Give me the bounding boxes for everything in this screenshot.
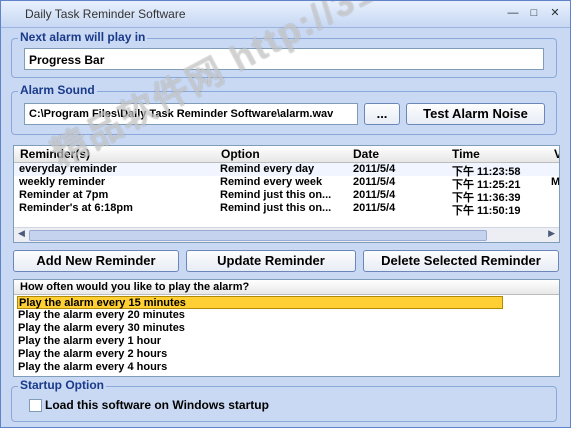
reminder-option: Remind every day [220, 163, 315, 175]
frequency-option[interactable]: Play the alarm every 4 hours [17, 361, 167, 374]
table-row[interactable]: Reminder at 7pm Remind just this on... 2… [14, 189, 559, 204]
add-reminder-button[interactable]: Add New Reminder [13, 250, 179, 272]
window-title: Daily Task Reminder Software [25, 7, 186, 21]
frequency-option[interactable]: Play the alarm every 15 minutes [17, 296, 503, 309]
browse-button[interactable]: ... [364, 103, 400, 125]
reminder-name: weekly reminder [19, 176, 106, 188]
next-alarm-label: Next alarm will play in [18, 30, 148, 44]
close-button[interactable]: ✕ [546, 5, 564, 21]
test-alarm-button[interactable]: Test Alarm Noise [406, 103, 545, 125]
alarm-sound-path-input[interactable]: C:\Program Files\Daily Task Reminder Sof… [24, 103, 358, 125]
frequency-option[interactable]: Play the alarm every 2 hours [17, 348, 167, 361]
scroll-left-icon[interactable]: ◀ [18, 228, 25, 239]
reminder-option: Remind every week [220, 176, 323, 188]
column-time[interactable]: Time [452, 147, 480, 161]
reminder-option: Remind just this on... [220, 202, 332, 214]
column-reminders[interactable]: Reminder(s) [20, 147, 90, 161]
frequency-option[interactable]: Play the alarm every 20 minutes [17, 309, 185, 322]
scrollbar-thumb[interactable] [29, 230, 487, 241]
horizontal-scrollbar[interactable]: ◀ ▶ [14, 227, 559, 242]
next-alarm-field: Progress Bar [24, 48, 544, 70]
column-date[interactable]: Date [353, 147, 379, 161]
maximize-button[interactable]: □ [525, 5, 543, 21]
title-bar: Daily Task Reminder Software — □ ✕ [1, 1, 570, 28]
frequency-option[interactable]: Play the alarm every 30 minutes [17, 322, 185, 335]
column-extra[interactable]: V [554, 147, 559, 161]
reminder-date: 2011/5/4 [353, 189, 396, 201]
table-row[interactable]: everyday reminder Remind every day 2011/… [14, 163, 559, 178]
frequency-list[interactable]: How often would you like to play the ala… [13, 279, 560, 377]
update-reminder-button[interactable]: Update Reminder [186, 250, 356, 272]
reminder-name: Reminder's at 6:18pm [19, 202, 133, 214]
reminder-option: Remind just this on... [220, 189, 332, 201]
reminder-name: everyday reminder [19, 163, 117, 175]
reminder-date: 2011/5/4 [353, 176, 396, 188]
startup-checkbox[interactable] [29, 399, 42, 412]
app-window: Daily Task Reminder Software — □ ✕ Next … [0, 0, 571, 428]
reminders-header: Reminder(s) Option Date Time V [14, 146, 559, 163]
column-option[interactable]: Option [221, 147, 260, 161]
scroll-right-icon[interactable]: ▶ [548, 228, 555, 239]
reminder-date: 2011/5/4 [353, 202, 396, 214]
table-row[interactable]: Reminder's at 6:18pm Remind just this on… [14, 202, 559, 217]
startup-checkbox-label[interactable]: Load this software on Windows startup [45, 398, 269, 412]
startup-label: Startup Option [18, 378, 106, 392]
reminder-name: Reminder at 7pm [19, 189, 109, 201]
frequency-header: How often would you like to play the ala… [14, 280, 559, 295]
reminder-date: 2011/5/4 [353, 163, 396, 175]
reminder-extra: M [551, 176, 560, 188]
frequency-option[interactable]: Play the alarm every 1 hour [17, 335, 161, 348]
table-row[interactable]: weekly reminder Remind every week 2011/5… [14, 176, 560, 191]
delete-reminder-button[interactable]: Delete Selected Reminder [363, 250, 559, 272]
reminders-list[interactable]: Reminder(s) Option Date Time V everyday … [13, 145, 560, 243]
reminder-time: 下午 11:50:19 [452, 205, 521, 217]
alarm-sound-label: Alarm Sound [18, 83, 97, 97]
minimize-button[interactable]: — [504, 5, 522, 21]
